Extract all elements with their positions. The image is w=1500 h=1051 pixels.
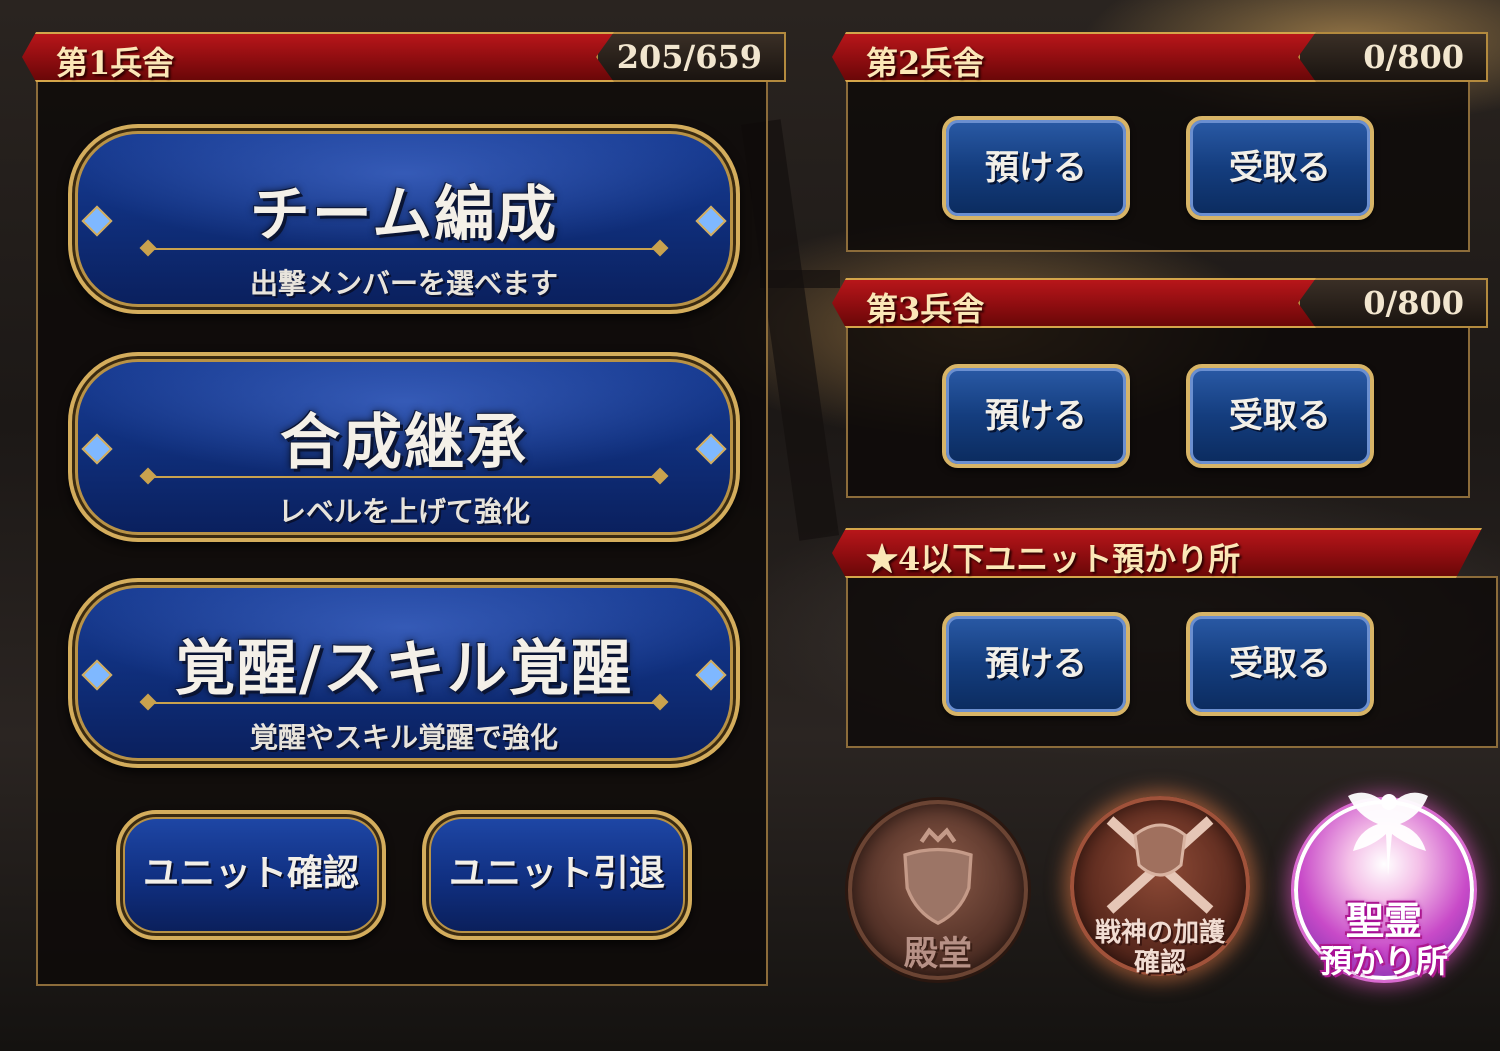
barracks-1-title: 第1兵舎 — [56, 44, 175, 82]
barracks-2-panel — [846, 80, 1470, 252]
hall-of-fame-label: 殿堂 — [904, 934, 972, 974]
barracks-2-deposit-button[interactable]: 預ける — [942, 116, 1130, 220]
barracks-2-withdraw-button[interactable]: 受取る — [1186, 116, 1374, 220]
awaken-subtitle: 覚醒やスキル覚醒で強化 — [249, 721, 558, 754]
spirit-storage-button[interactable]: 聖霊 預かり所 — [1294, 792, 1474, 980]
barracks-3-withdraw-button[interactable]: 受取る — [1186, 364, 1374, 468]
fusion-inherit-button[interactable]: 合成継承 レベルを上げて強化 — [68, 352, 740, 542]
spirit-label-line2: 預かり所 — [1319, 942, 1448, 980]
crossed-swords-icon — [1106, 816, 1214, 914]
barracks-2-title: 第2兵舎 — [866, 44, 985, 82]
background-beam — [760, 270, 840, 288]
team-formation-title: チーム編成 — [249, 180, 559, 250]
war-god-protection-button[interactable]: 戦神の加護 確認 — [1070, 796, 1250, 978]
war-god-label-line2: 確認 — [1133, 948, 1186, 978]
barracks-3-panel — [846, 326, 1470, 498]
divider — [144, 702, 664, 704]
low-rarity-storage-header: ★4以下ユニット預かり所 — [832, 528, 1482, 578]
unit-retire-button[interactable]: ユニット引退 — [422, 810, 692, 940]
fusion-inherit-title: 合成継承 — [280, 408, 528, 478]
divider — [144, 248, 664, 250]
hall-of-fame-button[interactable]: 殿堂 — [848, 800, 1028, 980]
barracks-3-count: 0/800 — [1298, 278, 1488, 328]
barracks-2-count: 0/800 — [1298, 32, 1488, 82]
barracks-1-header: 第1兵舎 205/659 — [22, 32, 786, 82]
barracks-3-deposit-button[interactable]: 預ける — [942, 364, 1130, 468]
divider — [144, 476, 664, 478]
fairy-icon — [1348, 792, 1428, 876]
team-formation-subtitle: 出撃メンバーを選べます — [249, 267, 558, 300]
low-rarity-deposit-button[interactable]: 預ける — [942, 612, 1130, 716]
shield-icon — [903, 827, 973, 926]
team-formation-button[interactable]: チーム編成 出撃メンバーを選べます — [68, 124, 740, 314]
unit-confirm-button[interactable]: ユニット確認 — [116, 810, 386, 940]
awaken-button[interactable]: 覚醒/スキル覚醒 覚醒やスキル覚醒で強化 — [68, 578, 740, 768]
barracks-3-header: 第3兵舎 0/800 — [832, 278, 1488, 328]
barracks-2-header: 第2兵舎 0/800 — [832, 32, 1488, 82]
low-rarity-withdraw-button[interactable]: 受取る — [1186, 612, 1374, 716]
awaken-title: 覚醒/スキル覚醒 — [175, 634, 633, 704]
fusion-inherit-subtitle: レベルを上げて強化 — [277, 495, 530, 528]
barracks-1-count: 205/659 — [596, 32, 786, 82]
barracks-3-title: 第3兵舎 — [866, 290, 985, 328]
low-rarity-storage-title: ★4以下ユニット預かり所 — [866, 540, 1241, 578]
